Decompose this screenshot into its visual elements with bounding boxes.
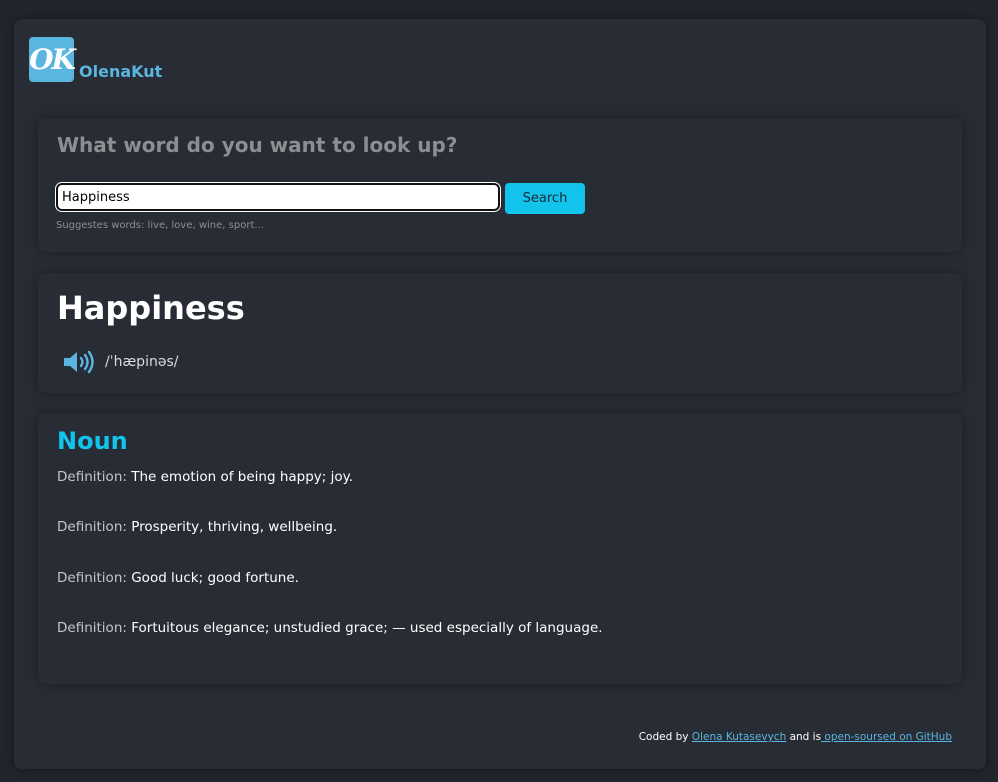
speaker-icon[interactable] <box>62 349 96 375</box>
definition-item: Definition: Good luck; good fortune. <box>57 570 299 586</box>
phonetic: /ˈhæpinəs/ <box>105 354 179 370</box>
github-link[interactable]: open-soursed on GitHub <box>821 731 952 743</box>
search-button[interactable]: Search <box>505 183 585 214</box>
definition-item: Definition: Prosperity, thriving, wellbe… <box>57 519 337 535</box>
definition-item: Definition: Fortuitous elegance; unstudi… <box>57 620 603 636</box>
search-input[interactable] <box>55 182 501 212</box>
footer-middle: and is <box>786 731 822 743</box>
search-question: What word do you want to look up? <box>57 133 458 157</box>
definition-label: Definition: <box>57 469 127 485</box>
definition-text: Prosperity, thriving, wellbeing. <box>131 519 338 535</box>
suggested-words: Suggestes words: live, love, wine, sport… <box>56 220 264 231</box>
definitions-card: Noun Definition: The emotion of being ha… <box>38 413 962 684</box>
word-card: Happiness /ˈhæpinəs/ <box>38 273 962 393</box>
app-container: OK OlenaKut What word do you want to loo… <box>14 19 986 769</box>
footer-prefix: Coded by <box>638 731 692 743</box>
footer: Coded by Olena Kutasevych and is open-so… <box>639 731 952 743</box>
definition-text: The emotion of being happy; joy. <box>131 469 353 485</box>
part-of-speech: Noun <box>57 427 128 455</box>
definition-label: Definition: <box>57 570 127 586</box>
definition-label: Definition: <box>57 519 127 535</box>
definition-text: Fortuitous elegance; unstudied grace; — … <box>131 620 603 636</box>
definition-text: Good luck; good fortune. <box>131 570 299 586</box>
logo[interactable]: OK <box>29 37 76 82</box>
brand[interactable]: OK OlenaKut <box>29 36 162 82</box>
word-title: Happiness <box>57 289 245 327</box>
search-card: What word do you want to look up? Search… <box>38 118 962 252</box>
definition-item: Definition: The emotion of being happy; … <box>57 469 353 485</box>
brand-name[interactable]: OlenaKut <box>79 62 162 81</box>
definition-label: Definition: <box>57 620 127 636</box>
author-link[interactable]: Olena Kutasevych <box>692 731 786 743</box>
